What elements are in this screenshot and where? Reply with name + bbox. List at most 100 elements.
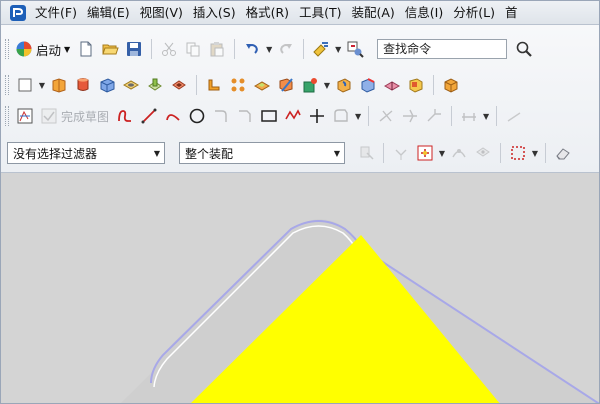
snap-point-icon[interactable] xyxy=(390,142,412,164)
new-file-icon[interactable] xyxy=(75,38,97,60)
start-button[interactable]: 启动 ▼ xyxy=(15,38,70,60)
chamfer-icon[interactable] xyxy=(357,74,379,96)
command-search-input[interactable]: 查找命令 xyxy=(377,39,508,59)
constraint-icon[interactable] xyxy=(503,105,525,127)
chamfer-sketch-icon[interactable] xyxy=(234,105,256,127)
toolbar-separator xyxy=(368,106,370,126)
sketch-icon[interactable] xyxy=(14,105,36,127)
menu-analysis[interactable]: 分析(L) xyxy=(448,3,500,23)
general-selection-icon[interactable] xyxy=(355,142,377,164)
menu-format[interactable]: 格式(R) xyxy=(241,3,294,23)
make-corner-icon[interactable] xyxy=(423,105,445,127)
standard-toolbar: 启动 ▼ ▼ ▼ 查找命令 xyxy=(1,34,599,64)
toolbar-separator xyxy=(433,75,434,95)
toolbar-separator xyxy=(500,143,501,163)
menu-insert[interactable]: 插入(S) xyxy=(188,3,241,23)
pocket-icon[interactable] xyxy=(168,74,190,96)
menu-preferences-truncated[interactable]: 首 xyxy=(500,3,523,23)
rib-icon[interactable] xyxy=(203,74,225,96)
menu-file[interactable]: 文件(F) xyxy=(33,3,82,23)
finish-sketch-label[interactable]: 完成草图 xyxy=(61,105,109,127)
menu-view[interactable]: 视图(V) xyxy=(135,3,188,23)
shell-icon[interactable] xyxy=(299,74,321,96)
menu-information[interactable]: 信息(I) xyxy=(400,3,448,23)
toolbar-grip[interactable] xyxy=(5,106,9,126)
open-folder-icon[interactable] xyxy=(99,38,121,60)
model-view[interactable] xyxy=(1,173,600,404)
offset-face-icon[interactable] xyxy=(405,74,427,96)
toolbar-separator xyxy=(234,39,236,59)
line-icon[interactable] xyxy=(138,105,160,127)
toolbar-separator xyxy=(451,106,453,126)
combine-icon[interactable] xyxy=(251,74,273,96)
fillet-icon[interactable] xyxy=(210,105,232,127)
offset-curve-icon[interactable] xyxy=(330,105,352,127)
dimension-dropdown-icon[interactable]: ▼ xyxy=(481,105,491,127)
edge-blend-icon[interactable] xyxy=(333,74,355,96)
finish-sketch-icon[interactable] xyxy=(38,105,60,127)
eraser-icon[interactable] xyxy=(552,142,574,164)
toolbar-separator xyxy=(496,106,498,126)
quick-extend-icon[interactable] xyxy=(399,105,421,127)
selection-filter-value: 没有选择过滤器 xyxy=(13,146,98,161)
feature-toolbar: ▼ ▼ xyxy=(1,70,599,100)
toolbar-separator xyxy=(383,143,384,163)
snap-dropdown-icon[interactable]: ▼ xyxy=(437,142,447,164)
pattern-feature-icon[interactable] xyxy=(227,74,249,96)
menu-assembly[interactable]: 装配(A) xyxy=(346,3,399,23)
undo-icon[interactable] xyxy=(241,38,263,60)
selection-filter-dropdown[interactable]: 没有选择过滤器 ▼ xyxy=(7,142,165,164)
redo-icon[interactable] xyxy=(275,38,297,60)
nx-logo-icon[interactable] xyxy=(7,2,29,24)
draft-icon[interactable] xyxy=(381,74,403,96)
boss-icon[interactable] xyxy=(144,74,166,96)
cut-icon[interactable] xyxy=(158,38,180,60)
paste-icon[interactable] xyxy=(206,38,228,60)
graphics-window[interactable] xyxy=(1,173,600,404)
start-label: 启动 xyxy=(36,42,62,58)
undo-dropdown-icon[interactable]: ▼ xyxy=(264,38,274,60)
toolbar-separator xyxy=(151,39,153,59)
nx-window: 文件(F) 编辑(E) 视图(V) 插入(S) 格式(R) 工具(T) 装配(A… xyxy=(0,0,600,404)
search-icon[interactable] xyxy=(513,38,535,60)
menu-bar: 文件(F) 编辑(E) 视图(V) 插入(S) 格式(R) 工具(T) 装配(A… xyxy=(1,1,599,25)
point-on-face-icon[interactable] xyxy=(472,142,494,164)
chevron-down-icon: ▼ xyxy=(153,148,160,158)
menu-edit[interactable]: 编辑(E) xyxy=(82,3,135,23)
rectangle-select-icon[interactable] xyxy=(507,142,529,164)
toolbar-area: 启动 ▼ ▼ ▼ 查找命令 ▼ ▼ 完成草图 ▼ ▼ 没有选择过滤器 ▼ 整个装… xyxy=(1,25,599,173)
hole-icon[interactable] xyxy=(120,74,142,96)
command-finder-dropdown-icon[interactable]: ▼ xyxy=(333,38,343,60)
curve-dropdown-icon[interactable]: ▼ xyxy=(353,105,363,127)
sketch-dropdown-icon[interactable]: ▼ xyxy=(37,74,47,96)
toolbar-grip[interactable] xyxy=(5,75,9,95)
dimension-icon[interactable] xyxy=(458,105,480,127)
block-icon[interactable] xyxy=(96,74,118,96)
revolve-icon[interactable] xyxy=(72,74,94,96)
quick-trim-icon[interactable] xyxy=(375,105,397,127)
trim-body-icon[interactable] xyxy=(275,74,297,96)
toolbar-separator xyxy=(545,143,546,163)
toolbar-separator xyxy=(196,75,197,95)
menu-tools[interactable]: 工具(T) xyxy=(294,3,346,23)
measure-tool-icon[interactable] xyxy=(344,38,366,60)
command-finder-icon[interactable] xyxy=(310,38,332,60)
toolbar-grip[interactable] xyxy=(5,39,9,59)
selection-scope-dropdown[interactable]: 整个装配 ▼ xyxy=(179,142,345,164)
snap-settings-icon[interactable] xyxy=(414,142,436,164)
arc-icon[interactable] xyxy=(162,105,184,127)
selection-scope-value: 整个装配 xyxy=(185,146,234,161)
point-icon[interactable] xyxy=(306,105,328,127)
profile-icon[interactable] xyxy=(114,105,136,127)
point-on-curve-icon[interactable] xyxy=(448,142,470,164)
rectangle-icon[interactable] xyxy=(258,105,280,127)
extrude-icon[interactable] xyxy=(48,74,70,96)
copy-icon[interactable] xyxy=(182,38,204,60)
shell-dropdown-icon[interactable]: ▼ xyxy=(322,74,332,96)
view-cube-icon[interactable] xyxy=(440,74,462,96)
sketch-frame-icon[interactable] xyxy=(14,74,36,96)
save-icon[interactable] xyxy=(123,38,145,60)
select-mode-dropdown-icon[interactable]: ▼ xyxy=(530,142,540,164)
polygon-icon[interactable] xyxy=(282,105,304,127)
circle-icon[interactable] xyxy=(186,105,208,127)
